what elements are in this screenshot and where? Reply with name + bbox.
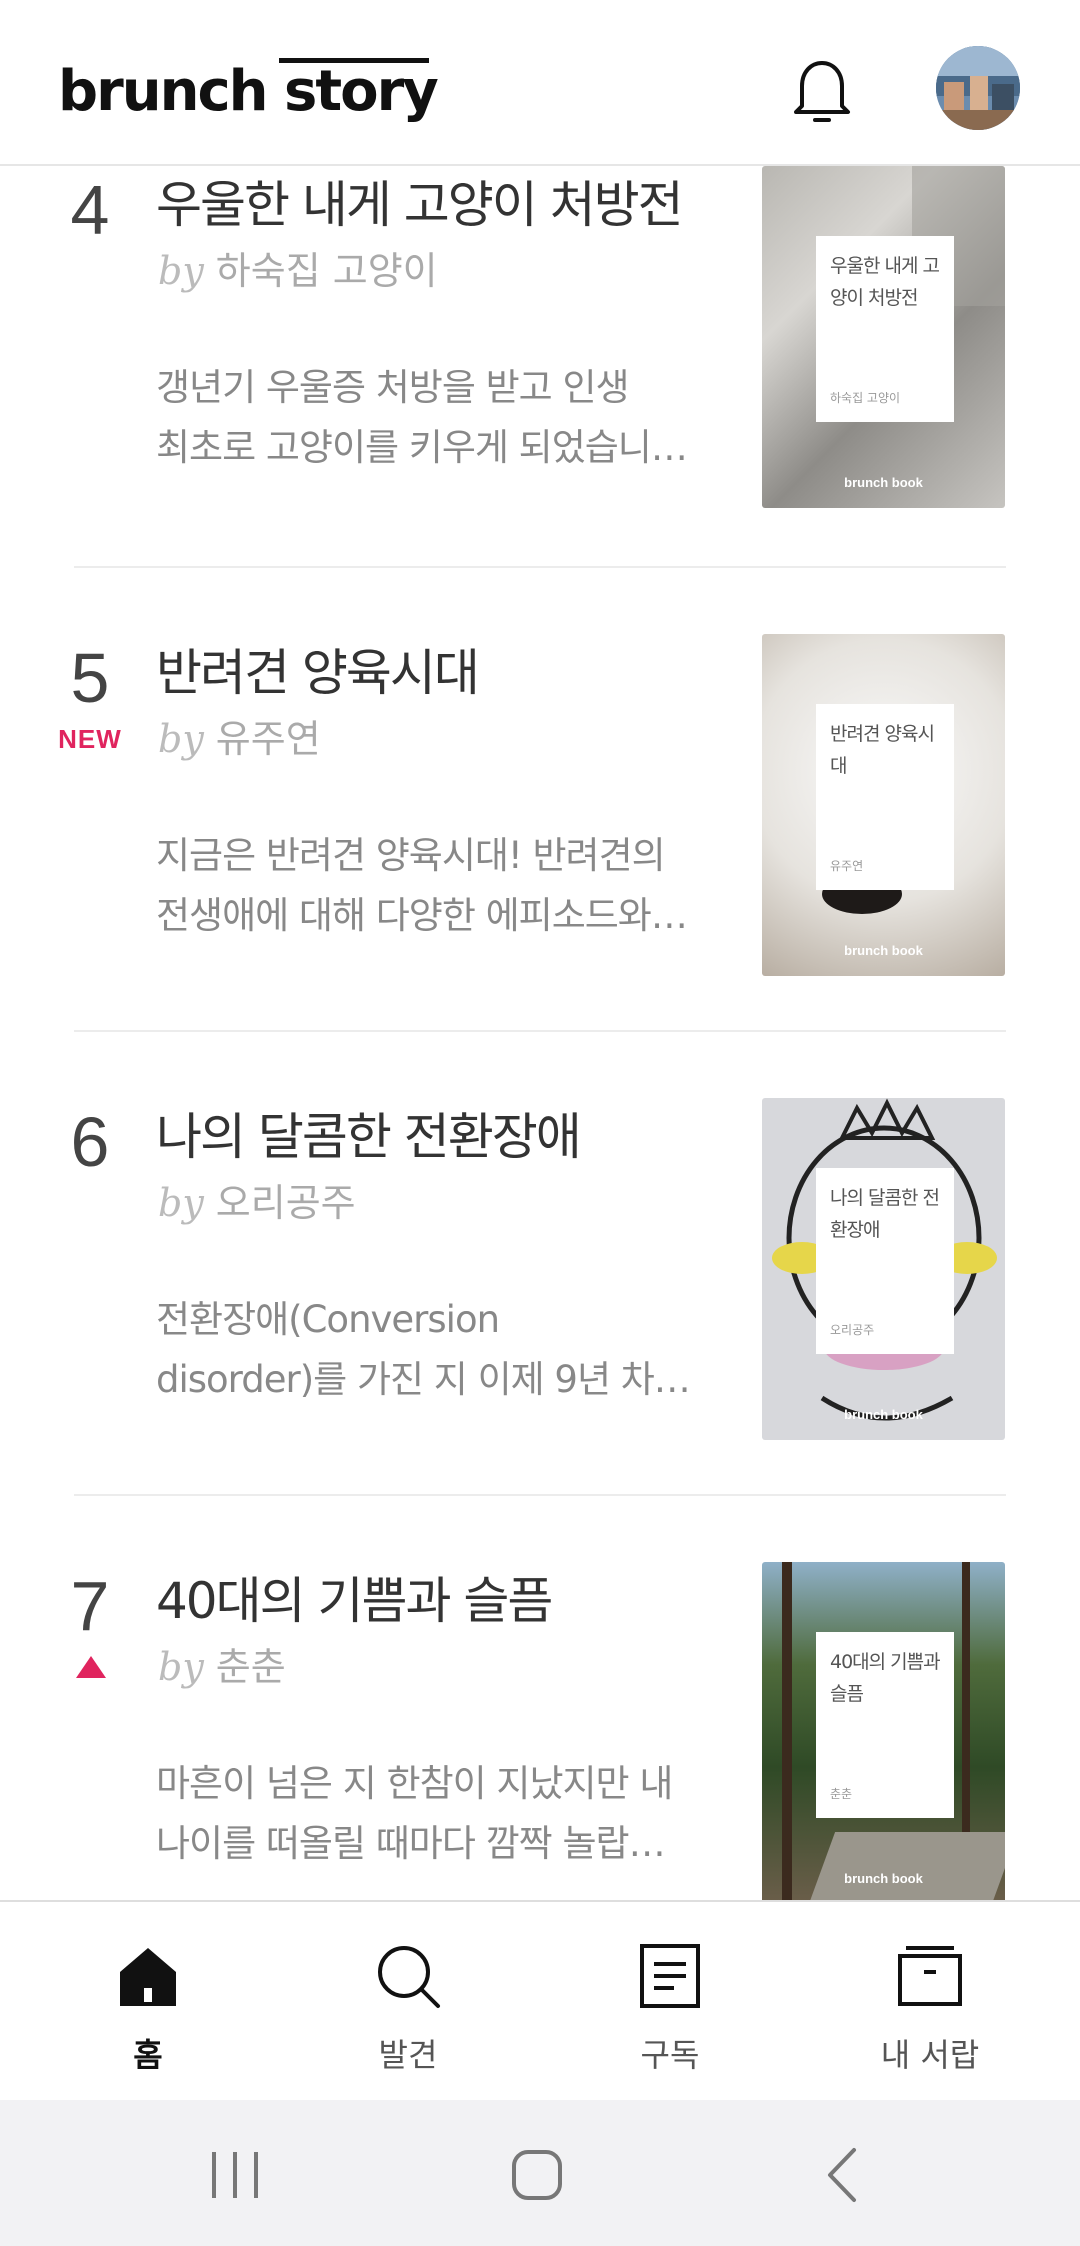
book-title[interactable]: 40대의 기쁨과 슬픔: [156, 1570, 716, 1632]
description-line: 전생애에 대해 다양한 에피소드와…: [156, 894, 688, 937]
nav-subscribe[interactable]: 구독: [570, 1902, 770, 2102]
cover-card: 40대의 기쁨과 슬픔 춘춘: [816, 1632, 954, 1818]
book-author[interactable]: by 하숙집 고양이: [158, 246, 438, 296]
cover-card: 반려견 양육시대 유주연: [816, 704, 954, 890]
cover-brand: brunch book: [844, 943, 923, 958]
cover-title: 우울한 내게 고양이 처방전: [830, 255, 940, 309]
cover-card: 나의 달콤한 전환장애 오리공주: [816, 1168, 954, 1354]
book-title[interactable]: 반려견 양육시대: [156, 642, 716, 704]
nav-label: 구독: [640, 2036, 700, 2074]
cover-author: 춘춘: [830, 1787, 853, 1801]
description-line: 갱년기 우울증 처방을 받고 인생: [156, 366, 630, 409]
nav-label: 홈: [133, 2036, 163, 2074]
list-item[interactable]: 4 우울한 내게 고양이 처방전 by 하숙집 고양이 갱년기 우울증 처방을 받…: [0, 166, 1080, 624]
by-label: by: [158, 717, 204, 761]
divider: [74, 1494, 1006, 1496]
description-line: 마흔이 넘은 지 한참이 지났지만 내: [156, 1762, 673, 1805]
brunch-logo[interactable]: brunch story: [58, 58, 439, 124]
rank-number: 5: [70, 639, 110, 717]
description-line: 나이를 떠올릴 때마다 깜짝 놀랍…: [156, 1822, 666, 1865]
recents-icon[interactable]: [200, 2140, 270, 2210]
avatar-image: [936, 46, 1020, 130]
drawer-icon: [898, 1946, 962, 2006]
book-title[interactable]: 나의 달콤한 전환장애: [156, 1106, 716, 1168]
divider: [74, 566, 1006, 568]
by-label: by: [158, 1645, 204, 1689]
book-cover[interactable]: 40대의 기쁨과 슬픔 춘춘 brunch book: [762, 1562, 1005, 1900]
book-description: 전환장애(Conversion disorder)를 가진 지 이제 9년 차…: [156, 1290, 704, 1410]
list-item[interactable]: 5 NEW 반려견 양육시대 by 유주연 지금은 반려견 양육시대! 반려견의 …: [0, 628, 1080, 1092]
logo-text: brunch story: [58, 59, 439, 124]
author-name: 오리공주: [215, 1181, 356, 1225]
nav-discover[interactable]: 발견: [308, 1902, 508, 2102]
book-cover[interactable]: 우울한 내게 고양이 처방전 하숙집 고양이 brunch book: [762, 166, 1005, 508]
nav-label: 내 서랍: [880, 2036, 980, 2074]
home-button-icon[interactable]: [502, 2140, 572, 2210]
cover-author: 오리공주: [830, 1323, 875, 1337]
book-title[interactable]: 우울한 내게 고양이 처방전: [156, 174, 716, 236]
new-badge: NEW: [58, 724, 122, 754]
book-cover[interactable]: 반려견 양육시대 유주연 brunch book: [762, 634, 1005, 976]
profile-avatar[interactable]: [936, 46, 1020, 130]
search-icon: [378, 1946, 440, 2008]
rank-number: 7: [70, 1567, 110, 1645]
list-item[interactable]: 7 40대의 기쁨과 슬픔 by 춘춘 마흔이 넘은 지 한참이 지났지만 내 나…: [0, 1556, 1080, 1900]
description-line: 최초로 고양이를 키우게 되었습니…: [156, 426, 688, 469]
rank-up-icon: [76, 1656, 106, 1678]
book-description: 마흔이 넘은 지 한참이 지났지만 내 나이를 떠올릴 때마다 깜짝 놀랍…: [156, 1754, 704, 1874]
cover-title: 반려견 양육시대: [830, 723, 935, 777]
book-author[interactable]: by 춘춘: [158, 1642, 286, 1692]
cover-title: 나의 달콤한 전환장애: [830, 1187, 940, 1241]
nav-drawer[interactable]: 내 서랍: [830, 1902, 1030, 2102]
rank-number: 6: [70, 1103, 110, 1181]
description-line: 전환장애(Conversion: [156, 1298, 500, 1341]
home-icon: [120, 1948, 176, 2006]
book-author[interactable]: by 유주연: [158, 714, 321, 764]
bell-icon[interactable]: [782, 50, 862, 130]
cover-photo-detail: [808, 1832, 1005, 1900]
author-name: 유주연: [215, 717, 321, 761]
cover-author: 유주연: [830, 859, 864, 873]
system-navigation-bar: [0, 2100, 1080, 2246]
app-header: brunch story: [0, 0, 1080, 166]
nav-label: 발견: [378, 2036, 438, 2074]
book-author[interactable]: by 오리공주: [158, 1178, 356, 1228]
cover-photo-detail: [782, 1562, 792, 1900]
cover-author: 하숙집 고양이: [830, 391, 901, 405]
book-ranking-list: 4 우울한 내게 고양이 처방전 by 하숙집 고양이 갱년기 우울증 처방을 받…: [0, 166, 1080, 1900]
author-name: 하숙집 고양이: [215, 249, 438, 293]
back-icon[interactable]: [808, 2140, 878, 2210]
cover-title: 40대의 기쁨과 슬픔: [830, 1651, 941, 1705]
bottom-navigation: 홈 발견 구독 내 서랍: [0, 1900, 1080, 2100]
nav-home[interactable]: 홈: [48, 1902, 248, 2102]
cover-brand: brunch book: [844, 475, 923, 490]
cover-brand: brunch book: [844, 1407, 923, 1422]
cover-brand: brunch book: [844, 1871, 923, 1886]
by-label: by: [158, 249, 204, 293]
divider: [74, 1030, 1006, 1032]
description-line: 지금은 반려견 양육시대! 반려견의: [156, 834, 666, 877]
rank-number: 4: [70, 171, 110, 249]
book-description: 지금은 반려견 양육시대! 반려견의 전생애에 대해 다양한 에피소드와…: [156, 826, 704, 946]
by-label: by: [158, 1181, 204, 1225]
cover-card: 우울한 내게 고양이 처방전 하숙집 고양이: [816, 236, 954, 422]
description-line: disorder)를 가진 지 이제 9년 차…: [156, 1358, 691, 1401]
author-name: 춘춘: [215, 1645, 286, 1689]
document-icon: [640, 1944, 700, 2008]
book-cover[interactable]: 나의 달콤한 전환장애 오리공주 brunch book: [762, 1098, 1005, 1440]
book-description: 갱년기 우울증 처방을 받고 인생 최초로 고양이를 키우게 되었습니…: [156, 358, 704, 478]
list-item[interactable]: 6 나의 달콤한 전환장애 by 오리공주 전환장애(Conversion dis…: [0, 1092, 1080, 1556]
